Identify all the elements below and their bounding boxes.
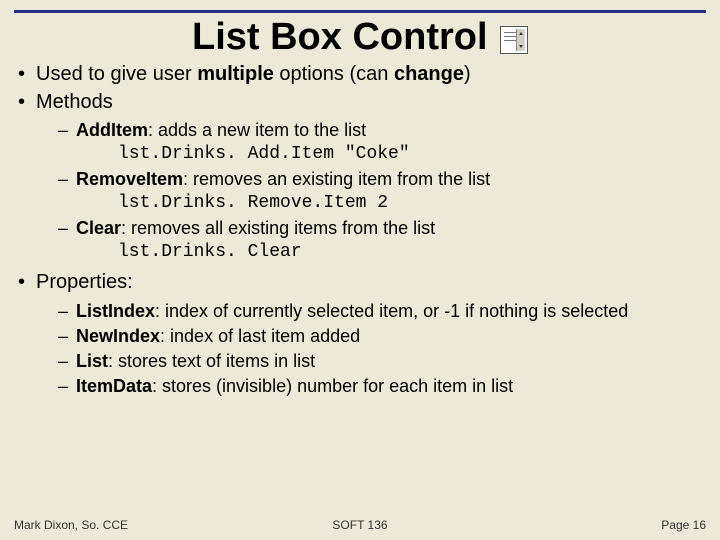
bullet-methods: Methods AddItem: adds a new item to the … — [14, 90, 706, 265]
slide-title: List Box Control — [192, 16, 488, 59]
method-removeitem: RemoveItem: removes an existing item fro… — [36, 168, 706, 215]
prop-itemdata: ItemData: stores (invisible) number for … — [36, 375, 706, 398]
code-additem: lst.Drinks. Add.Item "Coke" — [118, 143, 706, 166]
methods-label: Methods — [36, 91, 113, 113]
slide-body: Used to give user multiple options (can … — [14, 62, 706, 404]
footer-page: Page 16 — [661, 518, 706, 532]
title-row: List Box Control — [0, 16, 720, 59]
prop-list: List: stores text of items in list — [36, 350, 706, 373]
prop-listindex: ListIndex: index of currently selected i… — [36, 300, 706, 323]
method-additem: AddItem: adds a new item to the list lst… — [36, 119, 706, 166]
bullet-properties: Properties: ListIndex: index of currentl… — [14, 270, 706, 398]
method-clear: Clear: removes all existing items from t… — [36, 217, 706, 264]
code-removeitem: lst.Drinks. Remove.Item 2 — [118, 192, 706, 215]
listbox-icon — [500, 26, 528, 54]
prop-newindex: NewIndex: index of last item added — [36, 325, 706, 348]
properties-label: Properties: — [36, 271, 133, 293]
footer-course: SOFT 136 — [14, 518, 706, 532]
code-clear: lst.Drinks. Clear — [118, 241, 706, 264]
top-rule — [14, 10, 706, 13]
bullet-usage: Used to give user multiple options (can … — [14, 62, 706, 88]
